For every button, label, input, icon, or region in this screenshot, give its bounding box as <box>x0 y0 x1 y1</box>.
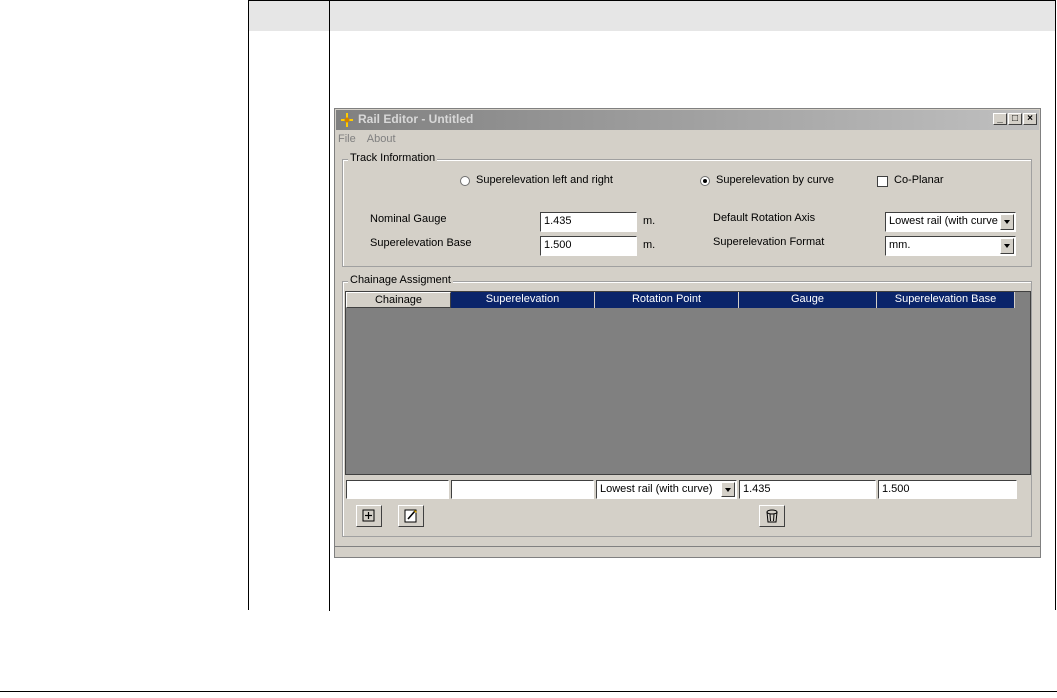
default-rotation-axis-label: Default Rotation Axis <box>713 212 816 224</box>
menu-about[interactable]: About <box>367 133 396 145</box>
delete-icon <box>766 509 778 523</box>
rotation-point-entry-value: Lowest rail (with curve) <box>600 483 713 495</box>
window-title: Rail Editor - Untitled <box>358 112 474 126</box>
edit-icon <box>404 509 417 523</box>
track-information-group: Track Information Superelevation left an… <box>342 152 1032 267</box>
document-table-header <box>249 1 1055 31</box>
chevron-down-icon[interactable] <box>1000 238 1014 254</box>
radio-label-by-curve: Superelevation by curve <box>716 174 835 186</box>
chainage-entry-input[interactable] <box>346 480 449 499</box>
gauge-entry-input[interactable]: 1.435 <box>739 480 876 499</box>
co-planar-checkbox[interactable] <box>877 176 888 187</box>
superelevation-entry-input[interactable] <box>451 480 594 499</box>
superelevation-base-input[interactable]: 1.500 <box>540 236 637 256</box>
chevron-down-icon[interactable] <box>1000 214 1014 230</box>
rotation-point-entry-select[interactable]: Lowest rail (with curve) <box>596 480 737 499</box>
radio-label-left-right: Superelevation left and right <box>476 174 613 186</box>
column-header-superelevation[interactable]: Superelevation <box>451 292 595 308</box>
track-information-legend: Track Information <box>348 152 438 164</box>
superelevation-format-value: mm. <box>889 239 911 251</box>
column-header-chainage[interactable]: Chainage <box>346 292 451 308</box>
column-header-gauge[interactable]: Gauge <box>739 292 877 308</box>
add-row-button[interactable] <box>356 505 382 527</box>
menu-file[interactable]: File <box>338 133 356 145</box>
rail-app-icon <box>341 113 353 127</box>
radio-superelevation-by-curve[interactable] <box>700 176 710 186</box>
page-bottom-rule <box>0 691 1057 692</box>
column-header-superelevation-base[interactable]: Superelevation Base <box>877 292 1015 308</box>
superelevation-base-entry-input[interactable]: 1.500 <box>878 480 1017 499</box>
chevron-down-icon[interactable] <box>721 482 735 497</box>
superelevation-format-select[interactable]: mm. <box>885 236 1016 256</box>
column-header-rotation-point[interactable]: Rotation Point <box>595 292 739 308</box>
nominal-gauge-unit: m. <box>643 215 656 227</box>
co-planar-label: Co-Planar <box>894 174 944 186</box>
radio-superelevation-left-right[interactable] <box>460 176 470 186</box>
chainage-grid[interactable]: Chainage Superelevation Rotation Point G… <box>345 291 1031 475</box>
minimize-button[interactable]: _ <box>993 113 1007 125</box>
maximize-button[interactable]: □ <box>1008 113 1022 125</box>
default-rotation-axis-select[interactable]: Lowest rail (with curve <box>885 212 1016 232</box>
menu-bar: File About <box>338 133 404 149</box>
edit-row-button[interactable] <box>398 505 424 527</box>
default-rotation-axis-value: Lowest rail (with curve <box>889 215 998 227</box>
superelevation-format-label: Superelevation Format <box>713 236 825 248</box>
close-button[interactable]: × <box>1023 113 1037 125</box>
title-bar[interactable]: Rail Editor - Untitled _ □ × <box>336 110 1039 130</box>
rail-editor-window: Rail Editor - Untitled _ □ × File About … <box>334 108 1041 558</box>
nominal-gauge-label: Nominal Gauge <box>370 213 447 225</box>
status-bar <box>335 546 1040 557</box>
chainage-assignment-legend: Chainage Assigment <box>348 274 453 286</box>
nominal-gauge-input[interactable]: 1.435 <box>540 212 637 232</box>
add-icon <box>362 509 375 522</box>
superelevation-base-unit: m. <box>643 239 656 251</box>
column-divider <box>329 1 330 611</box>
superelevation-base-label: Superelevation Base <box>370 237 472 249</box>
delete-row-button[interactable] <box>759 505 785 527</box>
